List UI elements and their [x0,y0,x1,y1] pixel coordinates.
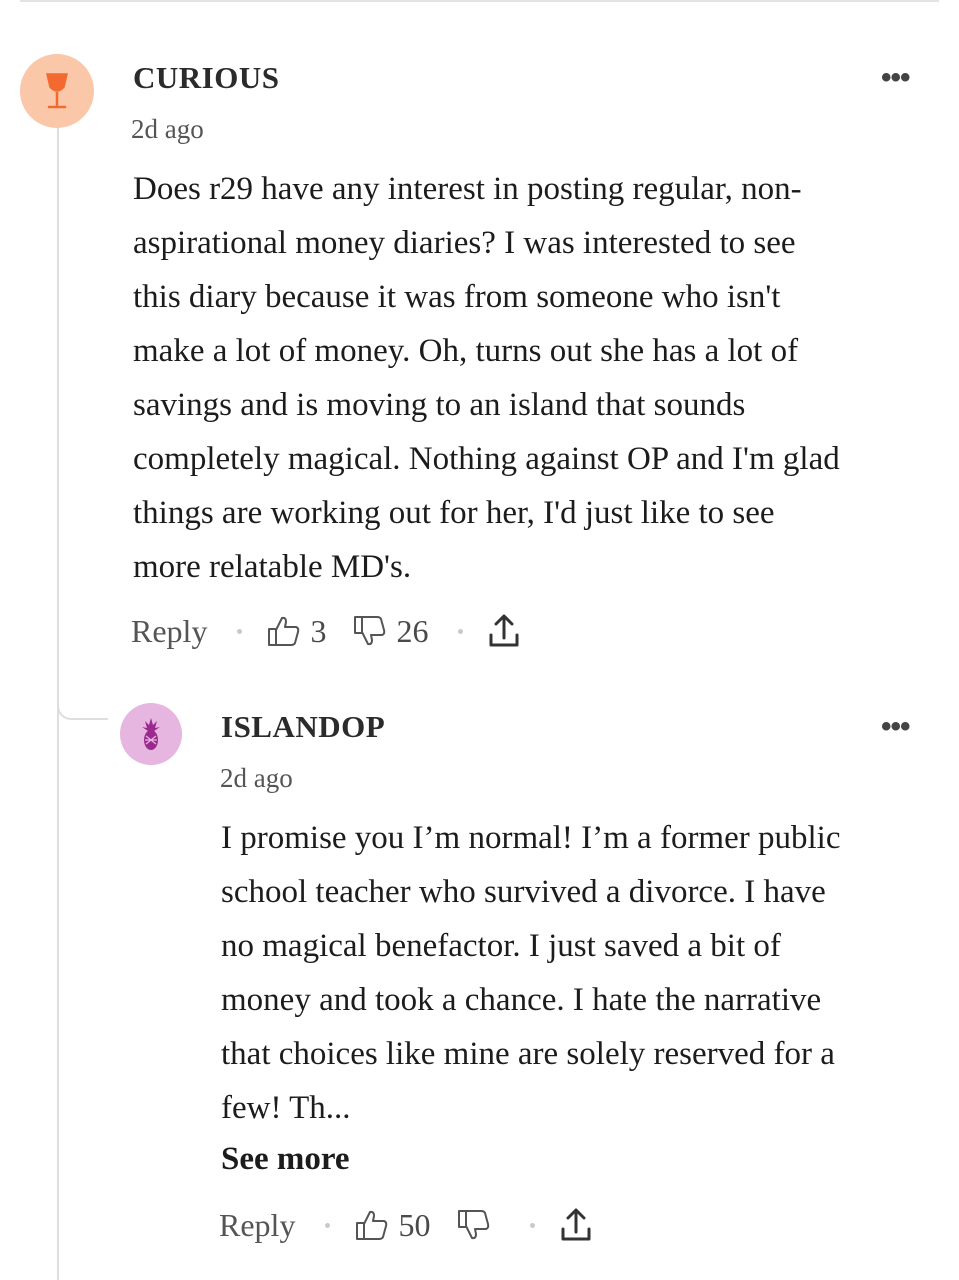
comment-actions: Reply 50 [219,1206,593,1244]
thumbs-down-icon [354,616,386,646]
dislike-count: 26 [396,612,429,649]
wine-glass-icon [46,73,68,109]
timestamp: 2d ago [220,763,293,793]
more-options-icon[interactable]: ••• [881,63,910,93]
like-count: 50 [398,1206,431,1243]
avatar[interactable] [20,54,94,128]
comment-line: few! Th... [221,1090,351,1126]
separator-dot [325,1222,331,1228]
comment-body: I promise you I’m normal! I’m a former p… [221,811,840,1135]
separator-dot [458,628,464,634]
separator-dot [530,1222,536,1228]
comment-line: Does r29 have any interest in posting re… [133,171,802,207]
reply-button[interactable]: Reply [219,1207,295,1244]
comment-line: completely magical. Nothing against OP a… [133,441,840,477]
comment-line: aspirational money diaries? I was intere… [133,225,796,261]
thumbs-up-icon [356,1210,388,1240]
comment-line: more relatable MD's. [133,549,412,585]
share-icon [489,614,519,647]
comment-line: school teacher who survived a divorce. I… [221,874,826,910]
comment-line: savings and is moving to an island that … [133,387,746,423]
comment-line: make a lot of money. Oh, turns out she h… [133,333,799,369]
like-count: 3 [310,612,327,649]
thumbs-down-icon [458,1210,490,1240]
comment-actions: Reply 3 26 [131,612,521,650]
top-divider [20,0,939,2]
comment-line: no magical benefactor. I just saved a bi… [221,928,781,964]
thumbs-up-icon [268,616,300,646]
pineapple-icon [142,718,160,750]
more-options-icon[interactable]: ••• [881,712,910,742]
separator-dot [237,628,243,634]
share-icon [561,1208,591,1241]
dislike-button[interactable]: 26 [352,613,428,650]
share-button[interactable] [559,1206,593,1244]
like-button[interactable]: 50 [354,1207,430,1244]
comment-body: Does r29 have any interest in posting re… [133,162,840,594]
timestamp: 2d ago [131,114,204,144]
comment-line: that choices like mine are solely reserv… [221,1036,835,1072]
avatar[interactable] [120,703,182,765]
comment-line: this diary because it was from someone w… [133,279,781,315]
reply-connector [57,690,108,720]
username[interactable]: ISLANDOP [221,709,385,745]
reply-button[interactable]: Reply [131,613,207,650]
dislike-button[interactable] [456,1208,500,1242]
see-more-link[interactable]: See more [221,1141,350,1178]
share-button[interactable] [487,612,521,650]
comment-line: things are working out for her, I'd just… [133,495,775,531]
like-button[interactable]: 3 [266,613,326,650]
comment-line: I promise you I’m normal! I’m a former p… [221,820,841,856]
username[interactable]: CURIOUS [133,60,279,96]
comment-line: money and took a chance. I hate the narr… [221,982,822,1018]
